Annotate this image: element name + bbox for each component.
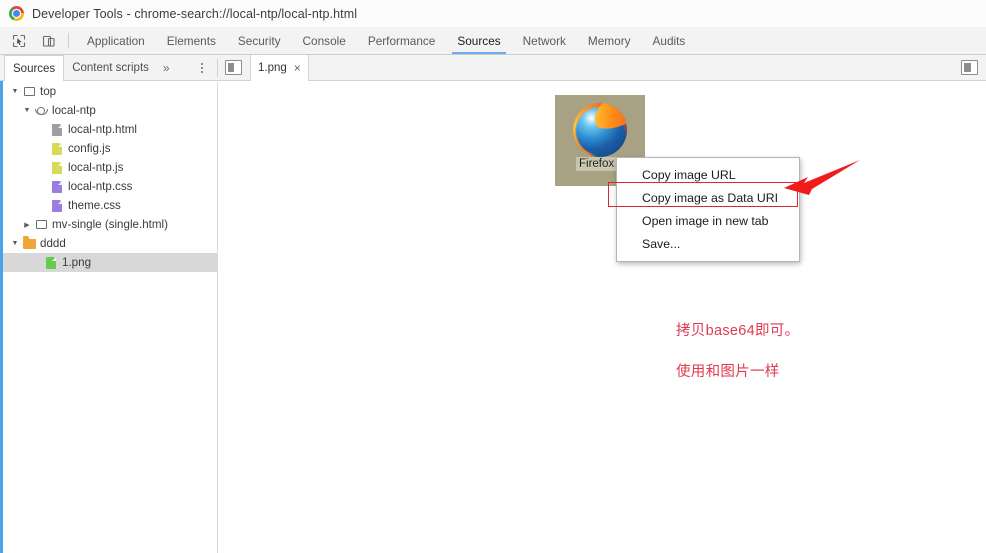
subtab-sources[interactable]: Sources	[4, 55, 65, 81]
file-tab-label: 1.png	[258, 62, 287, 74]
tree-item-config-js[interactable]: config.js	[3, 139, 217, 158]
tree-item-mv-single[interactable]: ▶ mv-single (single.html)	[3, 215, 217, 234]
menu-item-open-image-in-new-tab[interactable]: Open image in new tab	[617, 209, 799, 232]
menu-item-copy-image-as-data-uri[interactable]: Copy image as Data URI	[617, 186, 799, 209]
subtoolbar-divider	[217, 59, 218, 77]
devtools-window: Developer Tools - chrome-search://local-…	[0, 0, 986, 553]
tree-item-label: dddd	[40, 237, 66, 250]
tree-item-local-ntp-css[interactable]: local-ntp.css	[3, 177, 217, 196]
tree-item-local-ntp[interactable]: ▼ local-ntp	[3, 101, 217, 120]
file-css-icon	[49, 199, 65, 212]
kebab-menu-icon[interactable]	[196, 60, 208, 76]
firefox-logo-icon	[573, 103, 627, 157]
tree-item-dddd[interactable]: ▼ dddd	[3, 234, 217, 253]
annotation-line-1: 拷贝base64即可。	[676, 323, 800, 339]
twisty-icon[interactable]: ▶	[21, 221, 33, 229]
subtab-content-scripts[interactable]: Content scripts	[64, 56, 157, 81]
tree-item-label: local-ntp.css	[68, 180, 133, 193]
close-icon[interactable]: ×	[294, 62, 301, 74]
tree-item-local-ntp-html[interactable]: local-ntp.html	[3, 120, 217, 139]
subtab-overflow-icon[interactable]: »	[157, 56, 176, 81]
tree-item-local-ntp-js[interactable]: local-ntp.js	[3, 158, 217, 177]
menu-item-copy-image-url[interactable]: Copy image URL	[617, 163, 799, 186]
title-bar: Developer Tools - chrome-search://local-…	[0, 0, 986, 27]
tab-application[interactable]: Application	[76, 27, 156, 54]
twisty-icon[interactable]: ▼	[9, 240, 21, 247]
folder-icon	[21, 236, 37, 249]
toggle-navigator-icon[interactable]	[225, 60, 242, 75]
tree-item-label: 1.png	[62, 256, 92, 269]
tab-audits[interactable]: Audits	[642, 27, 697, 54]
tree-item-theme-css[interactable]: theme.css	[3, 196, 217, 215]
image-preview-caption: Firefox	[576, 157, 618, 171]
tree-item-label: config.js	[68, 142, 111, 155]
tab-security[interactable]: Security	[227, 27, 292, 54]
file-tab-1png[interactable]: 1.png ×	[250, 55, 309, 81]
tree-item-label: local-ntp	[52, 104, 96, 117]
toolbar-separator	[68, 33, 69, 48]
devtools-tab-bar: Application Elements Security Console Pe…	[0, 27, 986, 55]
tab-console[interactable]: Console	[292, 27, 357, 54]
twisty-icon[interactable]: ▼	[21, 107, 33, 114]
sources-sub-toolbar: Sources Content scripts » 1.png ×	[0, 55, 986, 81]
file-navigator[interactable]: ▼ top ▼ local-ntp local-ntp.html config.…	[3, 82, 217, 553]
tree-item-1png[interactable]: 1.png	[3, 253, 217, 272]
file-js-icon	[49, 142, 65, 155]
tab-elements[interactable]: Elements	[156, 27, 227, 54]
inspect-element-icon[interactable]	[8, 31, 30, 51]
device-toolbar-icon[interactable]	[38, 31, 60, 51]
tree-item-label: local-ntp.html	[68, 123, 137, 136]
tab-sources[interactable]: Sources	[446, 27, 511, 54]
tab-performance[interactable]: Performance	[357, 27, 447, 54]
tree-item-label: mv-single (single.html)	[52, 218, 168, 231]
twisty-icon[interactable]: ▼	[9, 88, 21, 95]
frame-icon	[33, 220, 49, 229]
tree-item-label: local-ntp.js	[68, 161, 124, 174]
frame-icon	[21, 87, 37, 96]
file-image-icon	[43, 256, 59, 269]
annotation-line-2: 使用和图片一样	[676, 364, 780, 380]
window-title: Developer Tools - chrome-search://local-…	[32, 6, 358, 21]
tree-item-label: top	[40, 85, 57, 98]
file-html-icon	[49, 123, 65, 136]
context-menu[interactable]: Copy image URL Copy image as Data URI Op…	[616, 157, 800, 262]
tree-item-top[interactable]: ▼ top	[3, 82, 217, 101]
file-js-icon	[49, 161, 65, 174]
chrome-logo-icon	[9, 6, 24, 21]
tab-memory[interactable]: Memory	[577, 27, 642, 54]
cloud-icon	[33, 106, 49, 115]
tree-item-label: theme.css	[68, 199, 121, 212]
toggle-right-panel-icon[interactable]	[961, 60, 978, 75]
menu-item-save[interactable]: Save...	[617, 232, 799, 255]
file-css-icon	[49, 180, 65, 193]
tab-network[interactable]: Network	[512, 27, 577, 54]
sources-subtab-group: Sources Content scripts »	[4, 55, 176, 81]
